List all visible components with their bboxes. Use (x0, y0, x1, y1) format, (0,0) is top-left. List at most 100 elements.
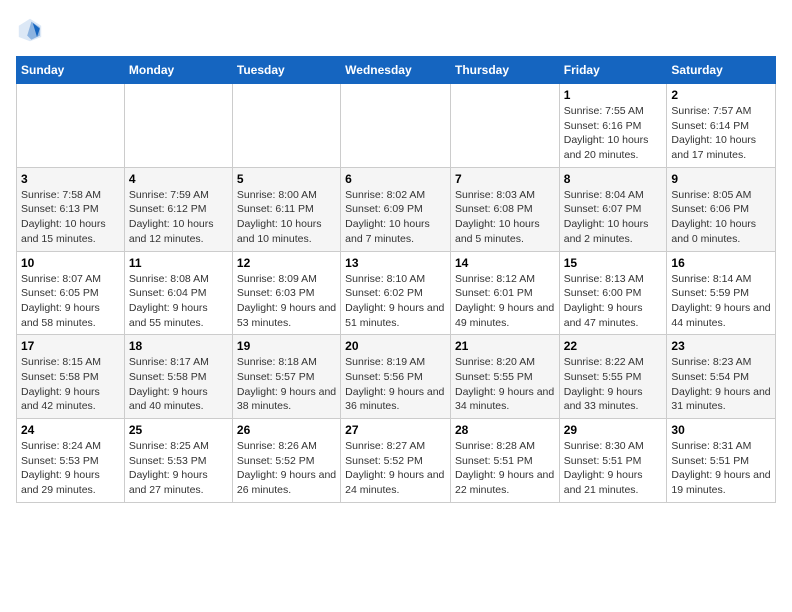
day-number: 19 (237, 339, 336, 353)
day-cell: 3 Sunrise: 7:58 AMSunset: 6:13 PMDaylight… (17, 167, 125, 251)
day-number: 28 (455, 423, 555, 437)
day-number: 25 (129, 423, 228, 437)
day-cell: 2 Sunrise: 7:57 AMSunset: 6:14 PMDaylight… (667, 84, 776, 168)
week-row-4: 24 Sunrise: 8:24 AMSunset: 5:53 PMDayligh… (17, 419, 776, 503)
day-number: 20 (345, 339, 446, 353)
day-info: Sunrise: 8:22 AMSunset: 5:55 PMDaylight:… (564, 355, 663, 414)
day-cell (124, 84, 232, 168)
calendar-table: SundayMondayTuesdayWednesdayThursdayFrid… (16, 56, 776, 503)
day-number: 22 (564, 339, 663, 353)
day-cell: 4Sunrise: 7:59 AMSunset: 6:12 PMDaylight… (124, 167, 232, 251)
week-row-0: 1 Sunrise: 7:55 AMSunset: 6:16 PMDaylight… (17, 84, 776, 168)
day-info: Sunrise: 7:58 AMSunset: 6:13 PMDaylight:… (21, 188, 120, 247)
week-row-1: 3 Sunrise: 7:58 AMSunset: 6:13 PMDaylight… (17, 167, 776, 251)
day-cell: 23 Sunrise: 8:23 AMSunset: 5:54 PMDayligh… (667, 335, 776, 419)
day-number: 11 (129, 256, 228, 270)
day-number: 12 (237, 256, 336, 270)
day-info: Sunrise: 8:17 AMSunset: 5:58 PMDaylight:… (129, 355, 228, 414)
day-info: Sunrise: 8:15 AMSunset: 5:58 PMDaylight:… (21, 355, 120, 414)
header-friday: Friday (559, 57, 667, 84)
day-number: 17 (21, 339, 120, 353)
day-number: 2 (671, 88, 771, 102)
day-number: 26 (237, 423, 336, 437)
day-cell: 8Sunrise: 8:04 AMSunset: 6:07 PMDaylight… (559, 167, 667, 251)
day-cell (450, 84, 559, 168)
day-cell: 27 Sunrise: 8:27 AMSunset: 5:52 PMDayligh… (341, 419, 451, 503)
day-info: Sunrise: 8:04 AMSunset: 6:07 PMDaylight:… (564, 188, 663, 247)
header-sunday: Sunday (17, 57, 125, 84)
day-number: 29 (564, 423, 663, 437)
day-number: 9 (671, 172, 771, 186)
logo-icon (16, 16, 44, 44)
day-number: 27 (345, 423, 446, 437)
day-number: 23 (671, 339, 771, 353)
day-info: Sunrise: 8:08 AMSunset: 6:04 PMDaylight:… (129, 272, 228, 331)
day-cell: 22 Sunrise: 8:22 AMSunset: 5:55 PMDayligh… (559, 335, 667, 419)
day-number: 30 (671, 423, 771, 437)
day-info: Sunrise: 8:07 AMSunset: 6:05 PMDaylight:… (21, 272, 120, 331)
day-info: Sunrise: 8:10 AMSunset: 6:02 PMDaylight:… (345, 272, 446, 331)
day-cell (232, 84, 340, 168)
day-cell: 24 Sunrise: 8:24 AMSunset: 5:53 PMDayligh… (17, 419, 125, 503)
header-row: SundayMondayTuesdayWednesdayThursdayFrid… (17, 57, 776, 84)
header-monday: Monday (124, 57, 232, 84)
page-header (16, 16, 776, 44)
day-cell: 25Sunrise: 8:25 AMSunset: 5:53 PMDayligh… (124, 419, 232, 503)
day-number: 13 (345, 256, 446, 270)
day-cell: 11 Sunrise: 8:08 AMSunset: 6:04 PMDayligh… (124, 251, 232, 335)
day-info: Sunrise: 8:13 AMSunset: 6:00 PMDaylight:… (564, 272, 663, 331)
day-cell: 6 Sunrise: 8:02 AMSunset: 6:09 PMDaylight… (341, 167, 451, 251)
day-info: Sunrise: 8:18 AMSunset: 5:57 PMDaylight:… (237, 355, 336, 414)
header-thursday: Thursday (450, 57, 559, 84)
day-cell: 14 Sunrise: 8:12 AMSunset: 6:01 PMDayligh… (450, 251, 559, 335)
day-info: Sunrise: 8:14 AMSunset: 5:59 PMDaylight:… (671, 272, 771, 331)
day-info: Sunrise: 8:27 AMSunset: 5:52 PMDaylight:… (345, 439, 446, 498)
day-number: 21 (455, 339, 555, 353)
day-info: Sunrise: 7:57 AMSunset: 6:14 PMDaylight:… (671, 104, 771, 163)
day-number: 18 (129, 339, 228, 353)
header-saturday: Saturday (667, 57, 776, 84)
calendar-header: SundayMondayTuesdayWednesdayThursdayFrid… (17, 57, 776, 84)
day-cell: 20Sunrise: 8:19 AMSunset: 5:56 PMDayligh… (341, 335, 451, 419)
day-number: 10 (21, 256, 120, 270)
day-cell: 16 Sunrise: 8:14 AMSunset: 5:59 PMDayligh… (667, 251, 776, 335)
day-info: Sunrise: 8:30 AMSunset: 5:51 PMDaylight:… (564, 439, 663, 498)
day-info: Sunrise: 8:00 AMSunset: 6:11 PMDaylight:… (237, 188, 336, 247)
day-number: 24 (21, 423, 120, 437)
day-number: 1 (564, 88, 663, 102)
day-number: 3 (21, 172, 120, 186)
day-cell: 10 Sunrise: 8:07 AMSunset: 6:05 PMDayligh… (17, 251, 125, 335)
day-cell: 9 Sunrise: 8:05 AMSunset: 6:06 PMDaylight… (667, 167, 776, 251)
logo (16, 16, 48, 44)
day-info: Sunrise: 8:24 AMSunset: 5:53 PMDaylight:… (21, 439, 120, 498)
day-info: Sunrise: 8:12 AMSunset: 6:01 PMDaylight:… (455, 272, 555, 331)
day-cell: 26 Sunrise: 8:26 AMSunset: 5:52 PMDayligh… (232, 419, 340, 503)
day-info: Sunrise: 8:09 AMSunset: 6:03 PMDaylight:… (237, 272, 336, 331)
day-cell: 19 Sunrise: 8:18 AMSunset: 5:57 PMDayligh… (232, 335, 340, 419)
day-cell: 30 Sunrise: 8:31 AMSunset: 5:51 PMDayligh… (667, 419, 776, 503)
day-info: Sunrise: 7:55 AMSunset: 6:16 PMDaylight:… (564, 104, 663, 163)
day-info: Sunrise: 8:23 AMSunset: 5:54 PMDaylight:… (671, 355, 771, 414)
day-cell: 29 Sunrise: 8:30 AMSunset: 5:51 PMDayligh… (559, 419, 667, 503)
day-number: 6 (345, 172, 446, 186)
day-cell: 21 Sunrise: 8:20 AMSunset: 5:55 PMDayligh… (450, 335, 559, 419)
day-cell: 13 Sunrise: 8:10 AMSunset: 6:02 PMDayligh… (341, 251, 451, 335)
day-number: 14 (455, 256, 555, 270)
day-cell: 17 Sunrise: 8:15 AMSunset: 5:58 PMDayligh… (17, 335, 125, 419)
day-cell: 28Sunrise: 8:28 AMSunset: 5:51 PMDayligh… (450, 419, 559, 503)
day-info: Sunrise: 8:05 AMSunset: 6:06 PMDaylight:… (671, 188, 771, 247)
day-info: Sunrise: 8:31 AMSunset: 5:51 PMDaylight:… (671, 439, 771, 498)
header-wednesday: Wednesday (341, 57, 451, 84)
day-number: 5 (237, 172, 336, 186)
week-row-2: 10 Sunrise: 8:07 AMSunset: 6:05 PMDayligh… (17, 251, 776, 335)
day-info: Sunrise: 8:03 AMSunset: 6:08 PMDaylight:… (455, 188, 555, 247)
calendar-body: 1 Sunrise: 7:55 AMSunset: 6:16 PMDaylight… (17, 84, 776, 503)
day-number: 16 (671, 256, 771, 270)
day-info: Sunrise: 8:20 AMSunset: 5:55 PMDaylight:… (455, 355, 555, 414)
day-cell: 15Sunrise: 8:13 AMSunset: 6:00 PMDayligh… (559, 251, 667, 335)
day-cell: 5 Sunrise: 8:00 AMSunset: 6:11 PMDaylight… (232, 167, 340, 251)
day-info: Sunrise: 8:26 AMSunset: 5:52 PMDaylight:… (237, 439, 336, 498)
week-row-3: 17 Sunrise: 8:15 AMSunset: 5:58 PMDayligh… (17, 335, 776, 419)
day-info: Sunrise: 8:02 AMSunset: 6:09 PMDaylight:… (345, 188, 446, 247)
day-cell: 1 Sunrise: 7:55 AMSunset: 6:16 PMDaylight… (559, 84, 667, 168)
